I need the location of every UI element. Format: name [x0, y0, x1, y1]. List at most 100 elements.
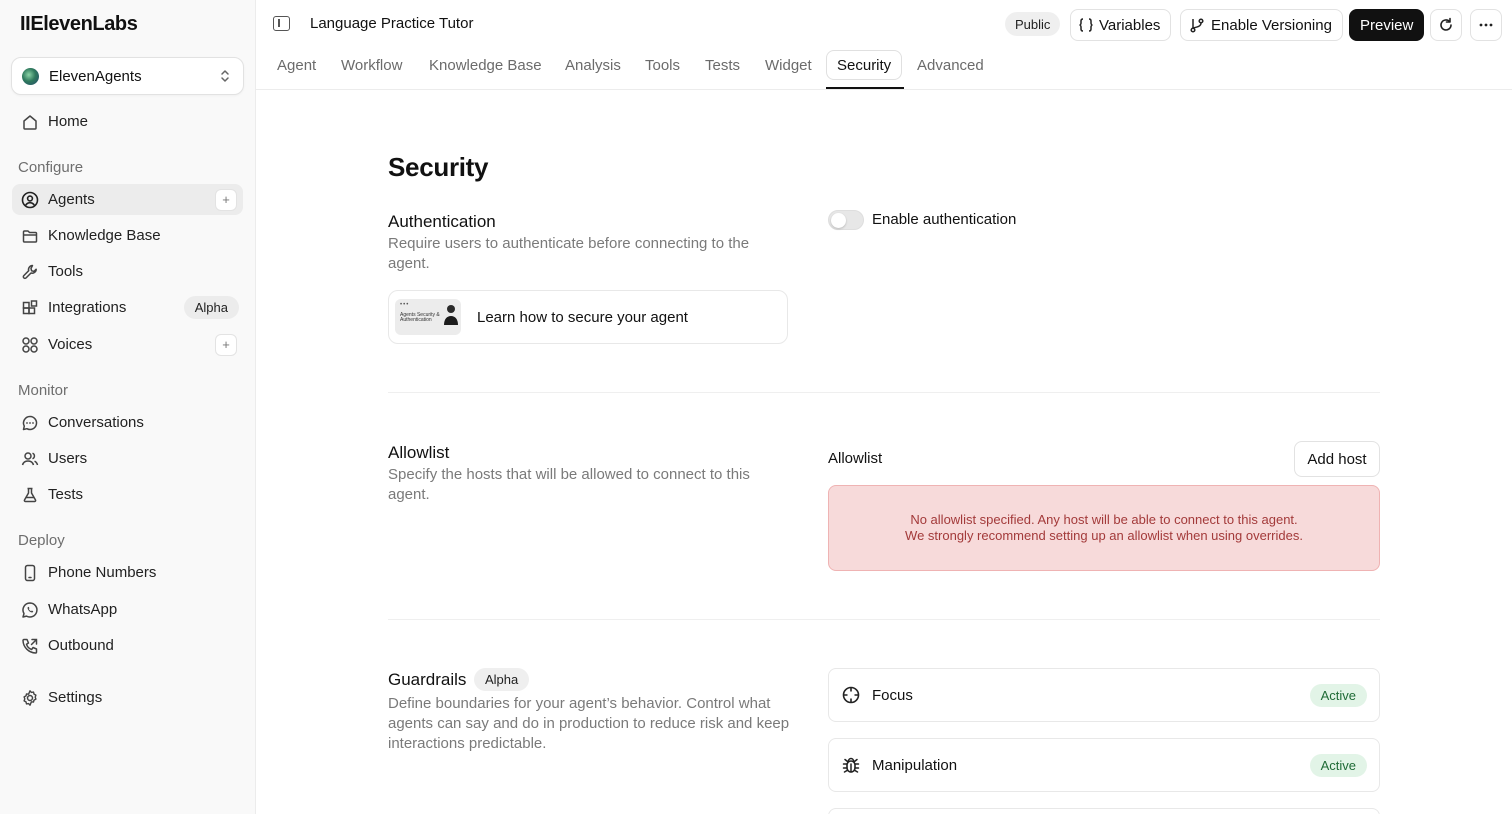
bug-icon [841, 755, 861, 775]
guardrail-focus[interactable]: Focus Active [828, 668, 1380, 722]
sidebar-item-label: Conversations [48, 414, 144, 431]
sidebar: IIElevenLabs ElevenAgents Home Configure… [0, 0, 256, 814]
enable-authentication-label: Enable authentication [872, 211, 1017, 228]
tab-knowledge-base[interactable]: Knowledge Base [429, 50, 542, 89]
enable-versioning-button[interactable]: Enable Versioning [1180, 9, 1343, 41]
wrench-icon [21, 263, 39, 281]
tab-advanced[interactable]: Advanced [917, 50, 984, 89]
tab-workflow[interactable]: Workflow [341, 50, 402, 89]
tab-label: Security [826, 50, 903, 80]
sidebar-item-label: Settings [48, 689, 103, 706]
users-icon [21, 450, 39, 468]
guardrail-name: Manipulation [872, 756, 958, 774]
allowlist-description: Specify the hosts that will be allowed t… [388, 466, 750, 503]
home-icon [21, 113, 39, 131]
guardrail-manipulation[interactable]: Manipulation Active [828, 738, 1380, 792]
agent-title: Language Practice Tutor [310, 15, 474, 32]
tab-tools[interactable]: Tools [645, 50, 680, 89]
sidebar-item-phone-numbers[interactable]: Phone Numbers [12, 557, 243, 588]
crosshair-icon [841, 685, 861, 705]
more-options-button[interactable] [1470, 9, 1502, 41]
tab-widget[interactable]: Widget [765, 50, 812, 89]
phone-outgoing-icon [21, 637, 39, 655]
tab-label: Agent [277, 57, 317, 74]
sidebar-item-settings[interactable]: Settings [12, 682, 243, 713]
authentication-description: Require users to authenticate before con… [388, 235, 750, 272]
guardrails-description: Define boundaries for your agent’s behav… [388, 695, 790, 752]
tab-label: Workflow [341, 57, 403, 74]
alpha-badge: Alpha [474, 668, 530, 691]
warning-line: No allowlist specified. Any host will be… [910, 512, 1298, 527]
sidebar-item-label: Integrations [48, 299, 127, 316]
guardrail-name: Focus [872, 686, 913, 704]
warning-line: We strongly recommend setting up an allo… [905, 528, 1303, 543]
enable-authentication-toggle[interactable] [828, 210, 864, 230]
ellipsis-icon [1478, 17, 1494, 33]
variables-button[interactable]: Variables [1070, 9, 1172, 41]
add-voice-button[interactable]: + [215, 333, 237, 356]
versioning-label: Enable Versioning [1211, 16, 1332, 34]
phone-icon [21, 564, 39, 582]
sidebar-item-conversations[interactable]: Conversations [12, 407, 243, 438]
sidebar-item-label: Home [48, 113, 89, 130]
sidebar-item-label: Voices [48, 336, 93, 353]
tab-label: Advanced [917, 57, 984, 74]
folder-icon [21, 227, 39, 245]
sidebar-item-tools[interactable]: Tools [12, 256, 243, 287]
whatsapp-icon [21, 601, 39, 619]
sidebar-item-label: Agents [48, 191, 95, 208]
sidebar-item-label: Users [48, 450, 88, 467]
tab-label: Tests [705, 57, 741, 74]
sidebar-item-knowledge-base[interactable]: Knowledge Base [12, 220, 243, 251]
sidebar-item-home[interactable]: Home [12, 106, 243, 137]
sidebar-item-voices[interactable]: Voices + [12, 329, 243, 360]
section-divider [388, 392, 1380, 393]
workspace-name: ElevenAgents [49, 67, 142, 85]
top-bar: Language Practice Tutor Public Variables… [256, 0, 1512, 48]
alpha-badge: Alpha [183, 296, 239, 319]
allowlist-title: Allowlist [388, 443, 450, 462]
tab-label: Widget [765, 57, 812, 74]
guardrails-title: Guardrails [388, 670, 467, 689]
section-divider [388, 619, 1380, 620]
guardrail-card-partial[interactable] [828, 808, 1380, 814]
preview-button[interactable]: Preview [1349, 9, 1425, 41]
authentication-title: Authentication [388, 212, 496, 231]
sidebar-item-agents[interactable]: Agents + [12, 184, 243, 215]
add-agent-button[interactable]: + [215, 188, 237, 211]
sidebar-item-label: Tests [48, 486, 84, 503]
add-host-button[interactable]: Add host [1294, 441, 1380, 477]
tab-security[interactable]: Security [826, 50, 903, 89]
elevenlabs-logo[interactable]: IIElevenLabs [20, 13, 138, 36]
chevron-updown-icon [219, 68, 231, 84]
allowlist-warning: No allowlist specified. Any host will be… [828, 485, 1380, 571]
braces-icon [1079, 17, 1093, 33]
sidebar-item-integrations[interactable]: Integrations Alpha [12, 292, 243, 323]
workspace-selector[interactable]: ElevenAgents [11, 57, 244, 95]
sidebar-item-label: WhatsApp [48, 601, 118, 618]
sidebar-item-label: Tools [48, 263, 84, 280]
section-configure: Configure [18, 159, 84, 176]
variables-label: Variables [1099, 16, 1161, 34]
sidebar-item-whatsapp[interactable]: WhatsApp [12, 594, 243, 625]
active-tab-indicator [826, 87, 904, 89]
learn-security-card[interactable]: ••• Agents Security & Authentication Lea… [388, 290, 788, 344]
status-badge: Active [1309, 683, 1367, 707]
refresh-button[interactable] [1430, 9, 1462, 41]
tab-tests[interactable]: Tests [705, 50, 740, 89]
section-monitor: Monitor [18, 382, 69, 399]
workspace-orb-icon [22, 67, 39, 85]
sidebar-item-label: Knowledge Base [48, 227, 161, 244]
preview-label: Preview [1360, 16, 1414, 34]
agent-tabs: Agent Workflow Knowledge Base Analysis T… [256, 50, 1512, 90]
security-page: Security Authentication Require users to… [256, 90, 1512, 814]
sidebar-item-users[interactable]: Users [12, 443, 243, 474]
visibility-badge[interactable]: Public [1005, 12, 1061, 36]
sidebar-item-tests[interactable]: Tests [12, 479, 243, 510]
grid-circles-icon [21, 336, 39, 354]
sidebar-toggle-icon[interactable] [273, 16, 290, 31]
tab-agent[interactable]: Agent [277, 50, 316, 89]
sidebar-item-outbound[interactable]: Outbound [12, 630, 243, 661]
sidebar-item-label: Outbound [48, 637, 114, 654]
tab-analysis[interactable]: Analysis [565, 50, 621, 89]
